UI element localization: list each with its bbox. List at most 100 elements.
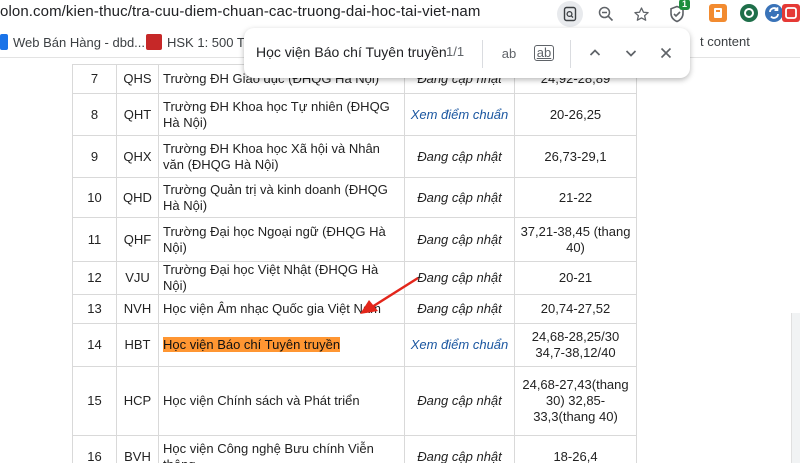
table-row: 10 QHD Trường Quản trị và kinh doanh (ĐHQG… bbox=[72, 177, 637, 218]
admission-scores-table: 7 QHS Trường ĐH Giáo dục (ĐHQG Hà Nội) Đang… bbox=[72, 64, 637, 463]
row-number-cell: 10 bbox=[72, 177, 117, 218]
view-scores-link-cell: Xem điểm chuẩn bbox=[404, 323, 515, 367]
zoom-out-icon[interactable] bbox=[593, 1, 619, 27]
school-code-cell: QHT bbox=[116, 93, 159, 136]
school-code-cell: VJU bbox=[116, 261, 159, 295]
school-name: Trường Đại học Ngoại ngữ (ĐHQG Hà Nội) bbox=[163, 223, 386, 255]
status-text: Đang cập nhật bbox=[417, 448, 502, 463]
status-text: Đang cập nhật bbox=[417, 148, 502, 164]
status-text: Đang cập nhật bbox=[417, 189, 502, 205]
score-range-cell: 21-22 bbox=[514, 177, 637, 218]
find-next-button[interactable] bbox=[618, 40, 644, 66]
match-accent-button[interactable]: ab bbox=[531, 40, 557, 66]
row-number-cell: 8 bbox=[72, 93, 117, 136]
table-row: 15 HCP Học viện Chính sách và Phát triển Đa… bbox=[72, 366, 637, 436]
school-code: QHD bbox=[123, 189, 152, 205]
school-code: QHS bbox=[123, 71, 152, 86]
school-name: Học viện Âm nhạc Quốc gia Việt Nam bbox=[163, 301, 381, 316]
status-text-cell: Đang cập nhật bbox=[404, 177, 515, 218]
find-bar: Học viện Báo chí Tuyên truyền 1/1 ab ab bbox=[244, 28, 690, 78]
score-range-cell: 24,68-28,25/30 34,7-38,12/40 bbox=[514, 323, 637, 367]
table-row: 16 BVH Học viện Công nghệ Bưu chính Viễn t… bbox=[72, 435, 637, 463]
school-name-cell: Học viện Chính sách và Phát triển bbox=[158, 366, 405, 436]
score-range: 18-26,4 bbox=[553, 448, 598, 463]
find-match-count: 1/1 bbox=[446, 44, 465, 59]
bookmark-overflow-label: t content bbox=[700, 34, 750, 49]
chevron-up-icon bbox=[589, 49, 601, 56]
status-text-cell: Đang cập nhật bbox=[404, 135, 515, 178]
table-row: 9 QHX Trường ĐH Khoa học Xã hội và Nhân vă… bbox=[72, 135, 637, 178]
view-scores-link[interactable]: Xem điểm chuẩn bbox=[411, 337, 509, 352]
shield-extension-icon[interactable]: 1 bbox=[664, 0, 690, 27]
school-name-cell: Trường Quản trị và kinh doanh (ĐHQG Hà N… bbox=[158, 177, 405, 218]
extension-red-icon[interactable] bbox=[782, 4, 800, 22]
chevron-down-icon bbox=[625, 50, 637, 57]
extension-badge: 1 bbox=[678, 0, 690, 10]
status-text: Đang cập nhật bbox=[417, 231, 502, 247]
school-name: Học viện Công nghệ Bưu chính Viễn thông bbox=[163, 440, 374, 463]
table-row: 14 HBT Học viện Báo chí Tuyên truyền Xem đi… bbox=[72, 323, 637, 367]
school-code-cell: QHX bbox=[116, 135, 159, 178]
find-divider bbox=[482, 40, 483, 68]
extension-orange-icon[interactable] bbox=[709, 4, 727, 22]
school-name: Trường ĐH Khoa học Xã hội và Nhân văn (Đ… bbox=[163, 140, 380, 172]
row-number: 15 bbox=[87, 393, 102, 408]
bookmark-overflow[interactable]: t content bbox=[700, 34, 750, 49]
school-code: QHT bbox=[123, 106, 152, 122]
school-name: Học viện Báo chí Tuyên truyền bbox=[163, 337, 341, 352]
school-name: Trường ĐH Khoa học Tự nhiên (ĐHQG Hà Nội… bbox=[163, 98, 390, 130]
row-number: 9 bbox=[90, 148, 99, 164]
close-icon bbox=[660, 47, 672, 59]
find-previous-button[interactable] bbox=[582, 40, 608, 66]
extension-olon-icon[interactable] bbox=[740, 4, 758, 22]
table-row: 11 QHF Trường Đại học Ngoại ngữ (ĐHQG Hà N… bbox=[72, 217, 637, 262]
row-number: 10 bbox=[87, 189, 102, 205]
row-number-cell: 7 bbox=[72, 64, 117, 94]
school-code-cell: QHS bbox=[116, 64, 159, 94]
row-number: 14 bbox=[87, 337, 102, 352]
school-code: QHX bbox=[123, 148, 152, 164]
table-row: 13 NVH Học viện Âm nhạc Quốc gia Việt Nam Đ… bbox=[72, 294, 637, 324]
find-divider bbox=[570, 40, 571, 68]
bookmark-label: Web Bán Hàng - dbd... bbox=[13, 34, 146, 50]
school-code: HBT bbox=[124, 337, 151, 352]
score-range: 20-26,25 bbox=[549, 106, 602, 122]
bookmark-web-ban-hang[interactable]: Web Bán Hàng - dbd... bbox=[0, 34, 145, 50]
find-input[interactable]: Học viện Báo chí Tuyên truyền bbox=[256, 44, 447, 60]
score-range-cell: 26,73-29,1 bbox=[514, 135, 637, 178]
view-scores-link[interactable]: Xem điểm chuẩn bbox=[411, 107, 509, 122]
row-number-cell: 9 bbox=[72, 135, 117, 178]
table-row: 8 QHT Trường ĐH Khoa học Tự nhiên (ĐHQG Hà… bbox=[72, 93, 637, 136]
school-code: VJU bbox=[125, 270, 150, 285]
school-name: Học viện Chính sách và Phát triển bbox=[163, 393, 360, 408]
view-scores-link-cell: Xem điểm chuẩn bbox=[404, 93, 515, 136]
school-name-cell: Trường ĐH Khoa học Tự nhiên (ĐHQG Hà Nội… bbox=[158, 93, 405, 136]
address-bar[interactable]: olon.com/kien-thuc/tra-cuu-diem-chuan-ca… bbox=[0, 0, 800, 27]
bookmark-favicon-icon bbox=[0, 34, 8, 50]
school-code-cell: HCP bbox=[116, 366, 159, 436]
match-accent-label: ab bbox=[533, 45, 555, 61]
bookmark-hsk[interactable]: HSK 1: 500 Từ bbox=[146, 34, 254, 50]
school-name: Trường Đại học Việt Nhật (ĐHQG Hà Nội) bbox=[163, 262, 379, 293]
row-number: 8 bbox=[90, 106, 99, 122]
bookmark-label: HSK 1: 500 Từ bbox=[167, 34, 254, 50]
row-number-cell: 13 bbox=[72, 294, 117, 324]
match-case-button[interactable]: ab bbox=[496, 40, 522, 66]
bookmark-favicon-icon bbox=[146, 34, 162, 50]
score-range: 20-21 bbox=[558, 270, 593, 285]
zoom-page-icon[interactable] bbox=[557, 1, 583, 27]
score-range-cell: 20-26,25 bbox=[514, 93, 637, 136]
score-range: 37,21-38,45 (thang 40) bbox=[520, 223, 631, 255]
url-text[interactable]: olon.com/kien-thuc/tra-cuu-diem-chuan-ca… bbox=[0, 3, 480, 20]
row-number: 13 bbox=[87, 301, 102, 316]
status-text-cell: Đang cập nhật bbox=[404, 217, 515, 262]
school-code-cell: QHD bbox=[116, 177, 159, 218]
row-number-cell: 14 bbox=[72, 323, 117, 367]
star-icon[interactable] bbox=[628, 1, 654, 27]
school-code-cell: QHF bbox=[116, 217, 159, 262]
score-range-cell: 24,68-27,43(thang 30) 32,85-33,3(thang 4… bbox=[514, 366, 637, 436]
score-range: 26,73-29,1 bbox=[544, 148, 607, 164]
page-content: 7 QHS Trường ĐH Giáo dục (ĐHQG Hà Nội) Đang… bbox=[0, 58, 800, 463]
find-close-button[interactable] bbox=[653, 40, 679, 66]
school-code: BVH bbox=[124, 448, 151, 463]
